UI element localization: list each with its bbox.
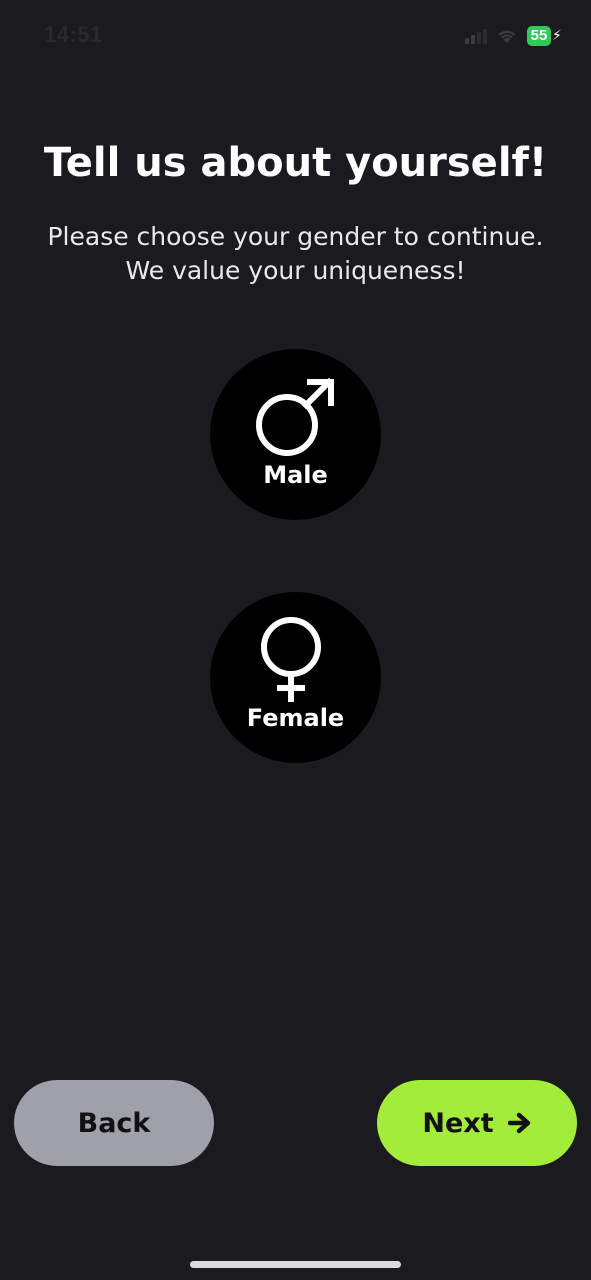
back-button[interactable]: Back	[14, 1080, 214, 1166]
next-button-label: Next	[422, 1107, 494, 1139]
gender-label-male: Male	[263, 461, 328, 489]
battery-level: 55	[527, 26, 551, 46]
battery-icon: 55 ⚡︎	[527, 26, 563, 46]
wifi-icon	[497, 28, 517, 44]
status-icons: 55 ⚡︎	[465, 24, 563, 48]
arrow-right-icon	[507, 1112, 532, 1134]
gender-option-female[interactable]: Female	[210, 592, 381, 763]
back-button-label: Back	[77, 1107, 151, 1139]
page-subtitle: Please choose your gender to continue. W…	[47, 222, 544, 285]
female-symbol-icon	[261, 617, 321, 702]
male-symbol-icon	[256, 377, 334, 456]
gender-option-male[interactable]: Male	[210, 349, 381, 520]
gender-label-female: Female	[246, 704, 345, 732]
next-button[interactable]: Next	[377, 1080, 577, 1166]
status-time: 14:51	[44, 22, 103, 47]
charging-bolt-icon: ⚡︎	[552, 28, 562, 44]
cellular-signal-icon	[465, 28, 487, 44]
home-indicator[interactable]	[190, 1261, 401, 1268]
page-title: Tell us about yourself!	[43, 140, 548, 186]
